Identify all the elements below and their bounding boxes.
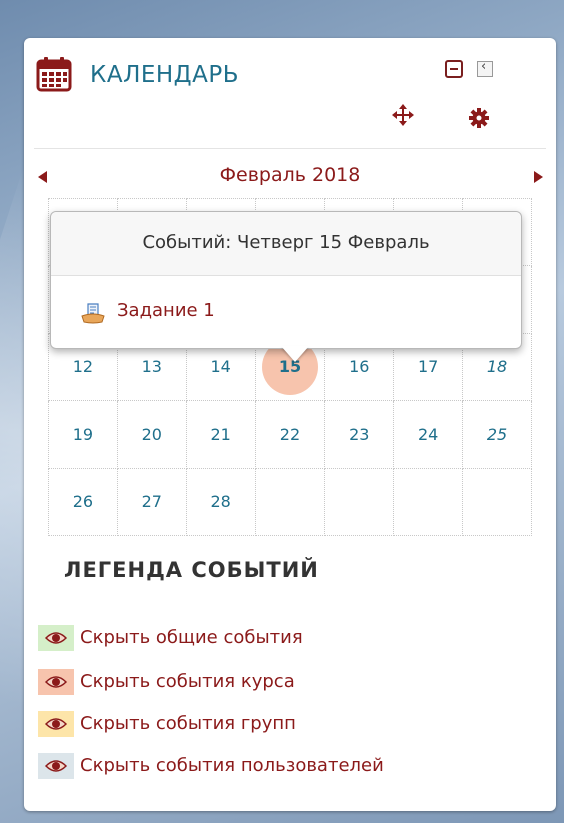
eye-icon[interactable] xyxy=(44,716,68,735)
calendar-day-empty xyxy=(324,467,395,537)
eye-icon[interactable] xyxy=(44,630,68,649)
block-header: КАЛЕНДАРЬ xyxy=(24,38,556,150)
calendar-day-empty xyxy=(462,467,532,537)
popup-body: Задание 1 xyxy=(51,276,521,348)
calendar-day[interactable]: 19 xyxy=(48,400,118,469)
next-month-arrow-icon[interactable] xyxy=(534,171,543,183)
legend-title: ЛЕГЕНДА СОБЫТИЙ xyxy=(64,558,319,582)
legend-label[interactable]: Скрыть события пользователей xyxy=(80,755,384,776)
calendar-day-empty xyxy=(393,467,464,537)
calendar-week-row: 19 20 21 22 23 24 25 xyxy=(48,400,532,469)
month-navigation: Февраль 2018 xyxy=(24,160,556,196)
event-popup: Событий: Четверг 15 Февраль Задание 1 xyxy=(50,211,522,362)
calendar-day[interactable]: 23 xyxy=(324,400,395,469)
popup-pointer xyxy=(281,346,309,362)
calendar-day-weekend[interactable]: 25 xyxy=(462,400,532,469)
gear-icon[interactable] xyxy=(469,108,489,132)
legend-label[interactable]: Скрыть события курса xyxy=(80,671,295,692)
hide-icon[interactable] xyxy=(445,60,463,78)
calendar-block: КАЛЕНДАРЬ ‹ Февраль 2018 12 13 14 15 16 … xyxy=(24,38,556,811)
calendar-day[interactable]: 22 xyxy=(254,400,326,469)
calendar-day-empty xyxy=(254,467,326,537)
eye-icon[interactable] xyxy=(44,674,68,693)
popup-title: Событий: Четверг 15 Февраль xyxy=(51,212,521,276)
calendar-day[interactable]: 28 xyxy=(185,467,256,537)
eye-icon[interactable] xyxy=(44,758,68,777)
calendar-icon xyxy=(36,56,72,96)
block-title: КАЛЕНДАРЬ xyxy=(90,62,240,88)
event-link[interactable]: Задание 1 xyxy=(117,300,215,321)
header-divider xyxy=(34,148,546,149)
calendar-day[interactable]: 27 xyxy=(116,467,187,537)
calendar-day[interactable]: 26 xyxy=(48,467,118,537)
calendar-day[interactable]: 20 xyxy=(116,400,187,469)
legend-label[interactable]: Скрыть события групп xyxy=(80,713,296,734)
move-icon[interactable] xyxy=(392,104,414,130)
calendar-day[interactable]: 24 xyxy=(393,400,464,469)
calendar-week-row: 26 27 28 xyxy=(48,467,532,537)
assignment-icon xyxy=(81,302,105,328)
calendar-day[interactable]: 21 xyxy=(185,400,256,469)
legend-label[interactable]: Скрыть общие события xyxy=(80,627,303,648)
month-label: Февраль 2018 xyxy=(219,164,361,186)
dock-icon[interactable] xyxy=(477,59,493,77)
